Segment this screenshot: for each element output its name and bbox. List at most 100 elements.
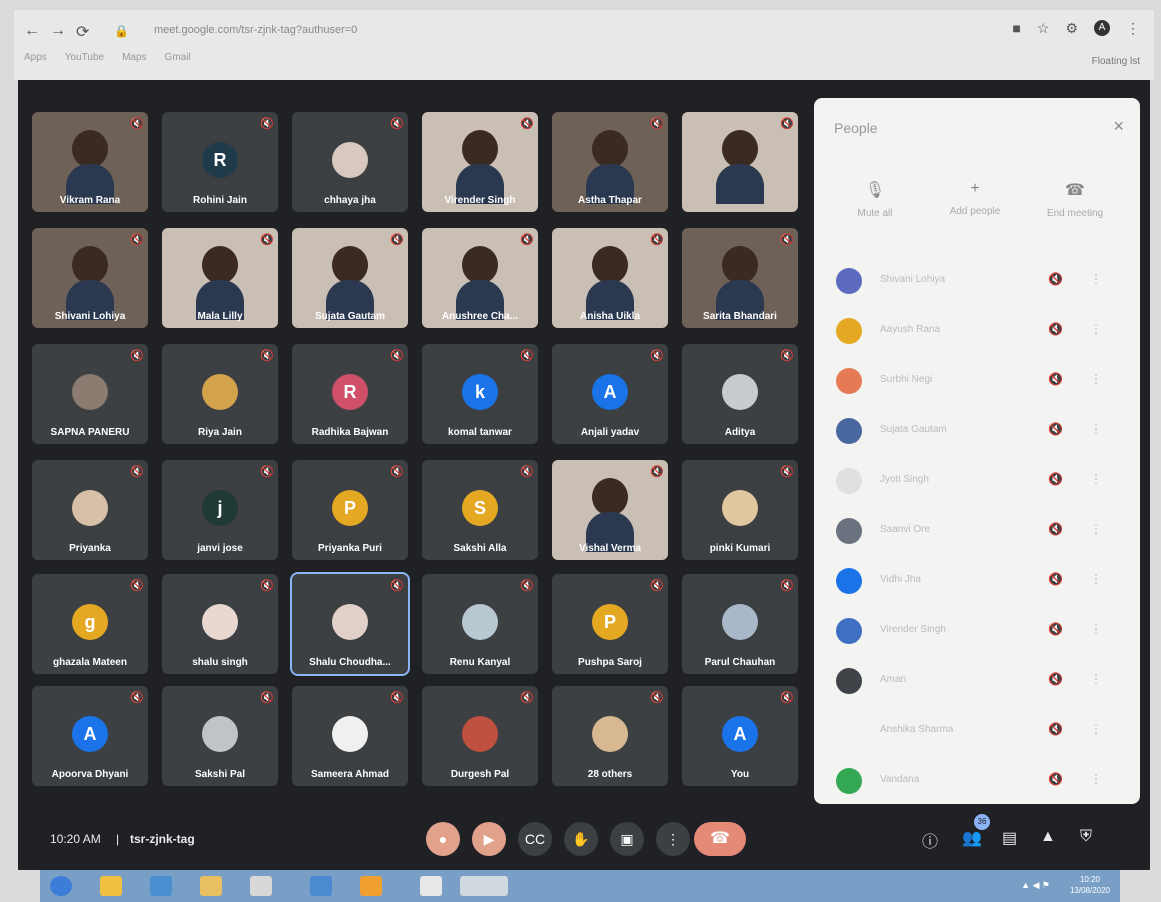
mic-off-icon[interactable]: 🔇 [1048, 522, 1063, 536]
participant-tile[interactable]: 🔇 Renu Kanyal [422, 574, 538, 674]
back-icon[interactable]: ← [24, 22, 40, 40]
participant-tile[interactable]: 🔇 [682, 112, 798, 212]
more-options-icon[interactable]: ⋮ [1090, 722, 1102, 736]
more-options-icon[interactable]: ⋮ [1090, 522, 1102, 536]
forward-icon[interactable]: → [50, 22, 66, 40]
captions-icon[interactable]: CC [518, 822, 552, 856]
mic-off-icon[interactable]: 🔇 [1048, 622, 1063, 636]
camera-indicator-icon[interactable]: ■ [1012, 20, 1020, 37]
bookmark-youtube[interactable]: YouTube [65, 52, 104, 63]
profile-avatar[interactable]: A [1094, 20, 1110, 36]
participant-tile[interactable]: 🔇 Virender Singh [422, 112, 538, 212]
mic-off-icon[interactable]: 🔇 [1048, 572, 1063, 586]
bookmark-maps[interactable]: Maps [122, 52, 146, 63]
mic-off-icon[interactable]: 🔇 [1048, 272, 1063, 286]
reload-icon[interactable]: ⟳ [76, 22, 89, 42]
participant-tile[interactable]: 🔇 A Anjali yadav [552, 344, 668, 444]
raise-hand-icon[interactable]: ✋ [564, 822, 598, 856]
participant-tile[interactable]: 🔇 Riya Jain [162, 344, 278, 444]
participant-tile[interactable]: 🔇 P Pushpa Saroj [552, 574, 668, 674]
more-options-icon[interactable]: ⋮ [1090, 472, 1102, 486]
end-meeting-button[interactable]: ☎ End meeting [1030, 180, 1120, 219]
more-options-icon[interactable]: ⋮ [1090, 322, 1102, 336]
list-item[interactable]: Sujata Gautam 🔇 ⋮ [836, 416, 1126, 446]
star-icon[interactable]: ☆ [1037, 20, 1050, 37]
more-options-icon[interactable]: ⋮ [1090, 672, 1102, 686]
list-item[interactable]: Shivani Lohiya 🔇 ⋮ [836, 266, 1126, 296]
participant-tile[interactable]: 🔇 Shivani Lohiya [32, 228, 148, 328]
mic-off-icon[interactable]: 🔇 [1048, 322, 1063, 336]
list-item[interactable]: Aayush Rana 🔇 ⋮ [836, 316, 1126, 346]
ie-icon[interactable] [150, 876, 172, 896]
participant-tile[interactable]: 🔇 shalu singh [162, 574, 278, 674]
mic-off-icon[interactable]: 🔇 [1048, 422, 1063, 436]
app-icon[interactable] [250, 876, 272, 896]
more-options-icon[interactable]: ⋮ [656, 822, 690, 856]
participant-tile[interactable]: 🔇 Astha Thapar [552, 112, 668, 212]
extension-icon[interactable]: ⚙ [1065, 20, 1078, 37]
participant-tile[interactable]: 🔇 Sujata Gautam [292, 228, 408, 328]
more-options-icon[interactable]: ⋮ [1090, 572, 1102, 586]
participant-tile[interactable]: 🔇 SAPNA PANERU [32, 344, 148, 444]
close-icon[interactable]: × [1113, 116, 1124, 137]
more-options-icon[interactable]: ⋮ [1090, 422, 1102, 436]
participant-tile[interactable]: 🔇 j janvi jose [162, 460, 278, 560]
participant-tile[interactable]: 🔇 S Sakshi Alla [422, 460, 538, 560]
list-item[interactable]: Vidhi Jha 🔇 ⋮ [836, 566, 1126, 596]
floating-button[interactable]: Floating lst [1092, 56, 1140, 67]
list-item[interactable]: Aman 🔇 ⋮ [836, 666, 1126, 696]
present-icon[interactable]: ▣ [610, 822, 644, 856]
participant-tile[interactable]: 🔇 Sarita Bhandari [682, 228, 798, 328]
start-icon[interactable] [50, 876, 72, 896]
participant-tile[interactable]: 🔇 Anisha Uikla [552, 228, 668, 328]
active-chrome-window[interactable] [460, 876, 508, 896]
participant-tile[interactable]: 🔇 Vishal Verma [552, 460, 668, 560]
more-options-icon[interactable]: ⋮ [1090, 372, 1102, 386]
participant-tile[interactable]: 🔇 Shalu Choudha... [290, 572, 410, 676]
mic-off-icon[interactable]: 🔇 [1048, 472, 1063, 486]
people-icon[interactable]: 👥 [962, 828, 982, 848]
participant-tile[interactable]: 🔇 g ghazala Mateen [32, 574, 148, 674]
mic-off-icon[interactable]: 🔇 [1048, 772, 1063, 786]
info-icon[interactable]: ⓘ [922, 828, 938, 852]
list-item[interactable]: Surbhi Negi 🔇 ⋮ [836, 366, 1126, 396]
participant-tile[interactable]: 🔇 Vikram Rana [32, 112, 148, 212]
mic-off-icon[interactable]: 🔇 [1048, 672, 1063, 686]
end-call-button[interactable]: ☎ [694, 822, 746, 856]
mic-off-icon[interactable]: 🔇 [1048, 722, 1063, 736]
paint-icon[interactable] [420, 876, 442, 896]
folder-icon[interactable] [200, 876, 222, 896]
bookmark-apps[interactable]: Apps [24, 52, 47, 63]
participant-tile[interactable]: 🔇 Sakshi Pal [162, 686, 278, 786]
security-icon[interactable]: ⛨ [1080, 828, 1092, 846]
participant-tile[interactable]: 🔇 A Apoorva Dhyani [32, 686, 148, 786]
more-options-icon[interactable]: ⋮ [1090, 622, 1102, 636]
list-item[interactable]: Virender Singh 🔇 ⋮ [836, 616, 1126, 646]
participant-tile[interactable]: 🔇 Durgesh Pal [422, 686, 538, 786]
participant-tile[interactable]: 🔇 Sameera Ahmad [292, 686, 408, 786]
list-item[interactable]: Vandana 🔇 ⋮ [836, 766, 1126, 796]
participant-tile[interactable]: 🔇 Aditya [682, 344, 798, 444]
participant-tile[interactable]: 🔇 28 others [552, 686, 668, 786]
participant-tile[interactable]: 🔇 Mala Lilly [162, 228, 278, 328]
menu-icon[interactable]: ⋮ [1126, 20, 1140, 37]
participant-tile[interactable]: 🔇 R Rohini Jain [162, 112, 278, 212]
list-item[interactable]: Anshika Sharma 🔇 ⋮ [836, 716, 1126, 746]
mute-all-button[interactable]: 🎙 Mute all [830, 180, 920, 219]
bookmark-gmail[interactable]: Gmail [165, 52, 191, 63]
add-people-button[interactable]: + Add people [930, 180, 1020, 217]
participant-tile[interactable]: 🔇 k komal tanwar [422, 344, 538, 444]
chat-icon[interactable]: ▤ [1002, 828, 1017, 848]
participant-tile[interactable]: 🔇 A You [682, 686, 798, 786]
chrome-icon[interactable] [360, 876, 382, 896]
list-item[interactable]: Jyoti Singh 🔇 ⋮ [836, 466, 1126, 496]
list-item[interactable]: Saanvi Ore 🔇 ⋮ [836, 516, 1126, 546]
media-icon[interactable] [310, 876, 332, 896]
more-options-icon[interactable]: ⋮ [1090, 772, 1102, 786]
mic-off-icon[interactable]: 🔇 [1048, 372, 1063, 386]
explorer-icon[interactable] [100, 876, 122, 896]
participant-tile[interactable]: 🔇 Anushree Cha... [422, 228, 538, 328]
camera-icon[interactable]: ▶ [472, 822, 506, 856]
mic-icon[interactable]: ● [426, 822, 460, 856]
address-bar[interactable]: meet.google.com/tsr-zjnk-tag?authuser=0 [154, 24, 357, 36]
